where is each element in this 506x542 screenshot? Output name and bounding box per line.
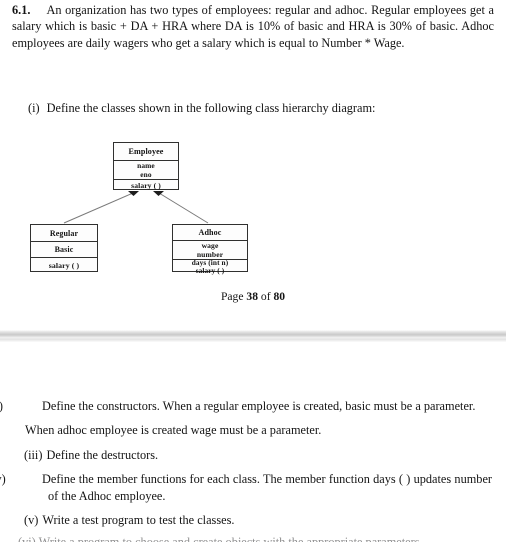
item-iii-text: Define the destructors. [46, 447, 159, 462]
item-iii: (iii) Define the destructors. [18, 447, 492, 463]
uml-class-regular-attributes: Basic [31, 241, 97, 257]
uml-class-regular-name: Regular [49, 228, 79, 238]
item-iv: (iv) Define the member functions for each… [0, 471, 492, 504]
uml-class-adhoc-methods: days (int n) salary ( ) [173, 259, 247, 274]
item-vi-clipped: (vi) Write a program to choose and creat… [18, 535, 420, 542]
item-ii: (ii)Define the constructors. When a regu… [0, 398, 492, 414]
page-separator-bar [0, 330, 506, 342]
page-current-number: 38 [246, 290, 258, 303]
item-iii-label: (iii) [24, 447, 43, 462]
question-intro-text: An organization has two types of employe… [12, 3, 494, 50]
page-number-footer: Page 38 of 80 [0, 290, 506, 303]
item-ii-text: Define the constructors. When a regular … [42, 399, 476, 413]
uml-class-regular: Regular Basic salary ( ) [30, 224, 98, 272]
item-i-text: Define the classes shown in the followin… [46, 101, 376, 115]
item-v: (v) Write a test program to test the clas… [18, 512, 492, 528]
item-ii-label: (ii) [0, 398, 42, 414]
item-v-text: Write a test program to test the classes… [42, 513, 235, 528]
item-iv-text: Define the member functions for each cla… [42, 472, 492, 503]
question-intro-paragraph: 6.1. An organization has two types of emp… [12, 2, 494, 51]
item-i-label: (i) [28, 101, 40, 115]
document-page: 6.1. An organization has two types of emp… [0, 0, 506, 542]
item-v-label: (v) [24, 513, 39, 528]
item-i: (i) Define the classes shown in the follo… [28, 100, 488, 116]
page-label-prefix: Page [220, 290, 244, 303]
uml-class-adhoc-name: Adhoc [198, 228, 222, 237]
uml-class-adhoc-attributes: wage number [173, 240, 247, 259]
uml-class-regular-methods: salary ( ) [31, 257, 97, 273]
uml-class-employee: Employee name eno salary ( ) [113, 142, 179, 190]
item-ii-extra: When adhoc employee is created wage must… [25, 423, 322, 438]
class-hierarchy-diagram: Employee name eno salary ( ) Regular Bas… [0, 135, 506, 283]
inheritance-arrow-regular [128, 191, 139, 196]
page-label-middle: of [260, 290, 271, 303]
uml-class-adhoc: Adhoc wage number days (int n) salary ( … [172, 224, 248, 274]
question-number: 6.1. [12, 3, 31, 17]
item-iv-label: (iv) [0, 472, 6, 487]
uml-class-employee-name: Employee [128, 147, 164, 156]
uml-class-employee-attributes: name eno [114, 160, 178, 179]
uml-class-employee-methods: salary ( ) [114, 179, 178, 191]
lower-items-block: (ii)Define the constructors. When a regu… [0, 398, 492, 528]
page-total-number: 80 [273, 290, 286, 303]
